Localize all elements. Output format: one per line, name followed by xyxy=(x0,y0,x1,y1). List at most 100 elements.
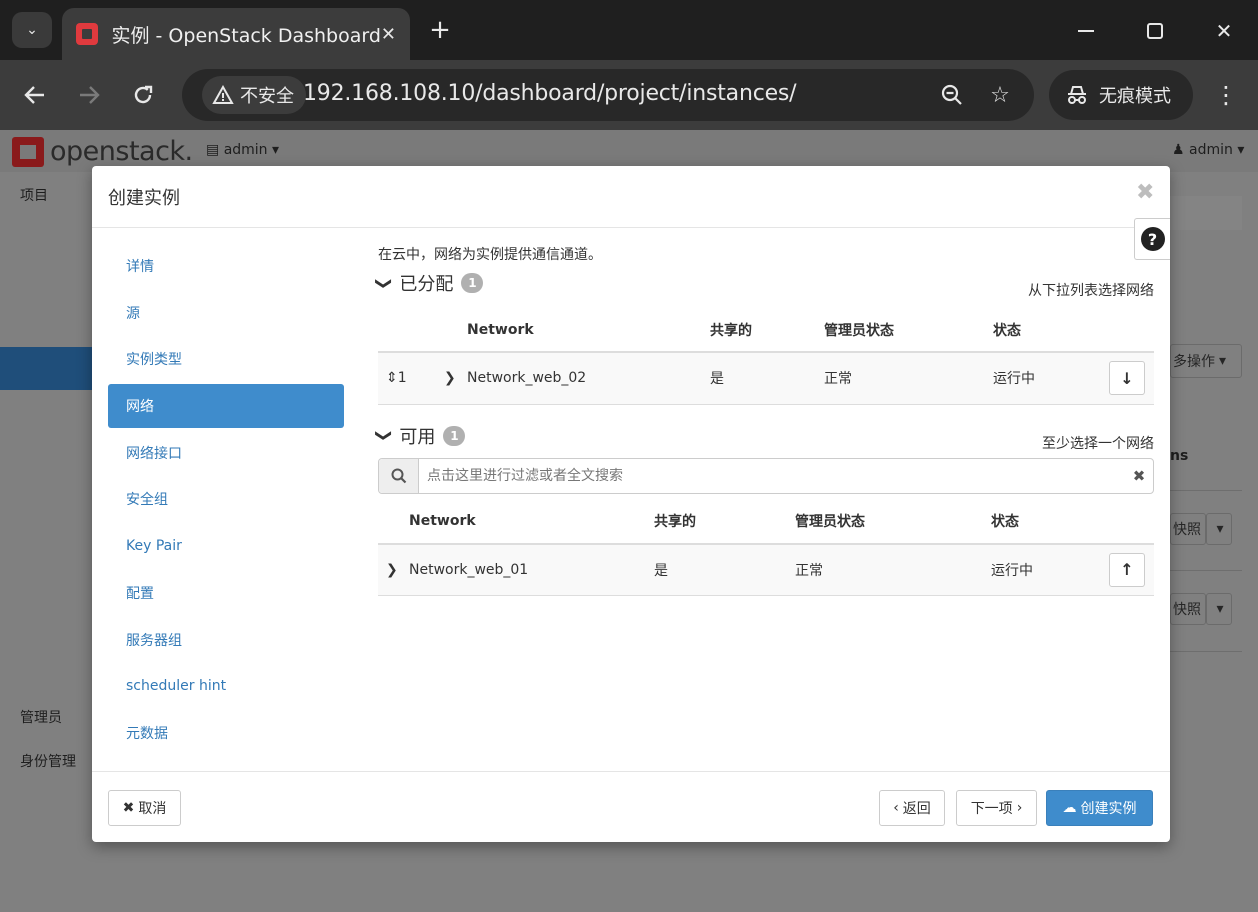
column-header-network[interactable]: Network xyxy=(409,499,654,545)
search-icon xyxy=(379,458,419,493)
snapshot-button[interactable]: 快照 xyxy=(1170,593,1206,625)
browser-tab[interactable]: 实例 - OpenStack Dashboard ✕ xyxy=(62,8,410,60)
minimize-button[interactable] xyxy=(1064,12,1108,50)
chevron-down-icon: ❯ xyxy=(375,276,395,290)
network-name: Network_web_02 xyxy=(467,352,710,405)
address-bar[interactable]: 不安全 192.168.108.10/dashboard/project/ins… xyxy=(182,69,1034,121)
allocated-hint: 从下拉列表选择网络 xyxy=(1028,283,1154,299)
allocate-button[interactable]: ↑ xyxy=(1109,552,1145,587)
wizard-step-flavor[interactable]: 实例类型 xyxy=(108,337,344,381)
filter-search-box: ✖ xyxy=(378,457,1154,494)
wizard-step-networks[interactable]: 网络 xyxy=(108,384,344,429)
available-section-header[interactable]: ❯ 可用 1 至少选择一个网络 xyxy=(375,419,1154,453)
sidebar-item-identity[interactable]: 身份管理 xyxy=(20,751,76,771)
incognito-label: 无痕模式 xyxy=(1099,86,1171,107)
snapshot-button[interactable]: 快照 xyxy=(1170,513,1206,545)
column-header-admin-state[interactable]: 管理员状态 xyxy=(795,499,991,545)
more-menu-icon[interactable]: ⋮ xyxy=(1210,76,1242,114)
sidebar-item-admin[interactable]: 管理员 xyxy=(20,707,62,727)
chevron-right-icon[interactable]: ❯ xyxy=(444,370,456,386)
close-icon[interactable]: ✖ xyxy=(1136,180,1154,205)
deallocate-button[interactable]: ↓ xyxy=(1109,361,1145,396)
network-step-content: 在云中，网络为实例提供通信通道。 ❯ 已分配 1 从下拉列表选择网络 Netwo… xyxy=(375,244,1154,596)
column-header-status[interactable]: 状态 xyxy=(993,308,1107,353)
status-value: 运行中 xyxy=(991,543,1104,596)
forward-arrow-icon[interactable] xyxy=(70,76,108,114)
tab-title: 实例 - OpenStack Dashboard xyxy=(111,24,381,47)
openstack-logo-icon xyxy=(12,136,44,167)
wizard-step-network-ports[interactable]: 网络接口 xyxy=(108,431,344,475)
order-number: 1 xyxy=(397,370,407,387)
tab-close-icon[interactable]: ✕ xyxy=(381,24,396,45)
wizard-step-security-groups[interactable]: 安全组 xyxy=(108,477,344,521)
user-icon: ♟ xyxy=(1172,142,1185,158)
caret-down-icon: ▾ xyxy=(272,142,280,158)
chevron-down-icon: ❯ xyxy=(375,428,395,443)
snapshot-dropdown-button[interactable]: ▾ xyxy=(1206,593,1232,625)
modal-footer: ✖ 取消 ‹ 返回 下一项 › ☁ 创建实例 xyxy=(92,771,1170,842)
tab-search-button[interactable]: ⌄ xyxy=(12,12,52,48)
column-header-shared[interactable]: 共享的 xyxy=(654,499,795,545)
wizard-step-metadata[interactable]: 元数据 xyxy=(108,711,344,755)
chevron-right-icon: › xyxy=(1016,800,1023,816)
launch-instance-modal: 创建实例 ✖ ? 详情源实例类型 网络 网络接口 安全组 Key Pair 配置 服务器组 s… xyxy=(92,166,1170,842)
divider xyxy=(1170,651,1242,652)
wizard-step-configuration[interactable]: 配置 xyxy=(108,571,344,615)
close-icon: ✖ xyxy=(122,800,135,816)
new-tab-button[interactable]: + xyxy=(424,14,456,46)
incognito-indicator[interactable]: 无痕模式 xyxy=(1049,70,1193,120)
allocated-title: 已分配 xyxy=(399,274,454,295)
allocated-table: Network 共享的 管理员状态 状态 ⇕1 ❯ Network_web_02 xyxy=(378,308,1154,405)
allocated-section-header[interactable]: ❯ 已分配 1 从下拉列表选择网络 xyxy=(375,266,1154,300)
snapshot-dropdown-button[interactable]: ▾ xyxy=(1206,513,1232,545)
reload-icon[interactable] xyxy=(124,76,162,114)
modal-title: 创建实例 xyxy=(108,188,180,209)
available-hint: 至少选择一个网络 xyxy=(1042,435,1154,452)
column-header-network[interactable]: Network xyxy=(467,308,710,353)
drag-sort-icon[interactable]: ⇕ xyxy=(386,370,398,386)
column-header-admin-state[interactable]: 管理员状态 xyxy=(824,308,993,353)
search-input[interactable] xyxy=(419,458,1125,493)
user-menu[interactable]: ♟ admin ▾ xyxy=(1172,142,1244,158)
cancel-button[interactable]: ✖ 取消 xyxy=(108,790,181,826)
next-button[interactable]: 下一项 › xyxy=(956,790,1037,826)
security-label: 不安全 xyxy=(240,86,294,107)
network-name: Network_web_01 xyxy=(409,543,654,596)
openstack-logo-text: openstack. xyxy=(50,136,193,167)
wizard-nav: 详情源实例类型 网络 网络接口 安全组 Key Pair 配置 服务器组 scheduler … xyxy=(108,244,344,758)
bookmark-star-icon[interactable]: ☆ xyxy=(986,81,1014,109)
arrow-up-icon: ↑ xyxy=(1120,560,1134,580)
create-instance-button[interactable]: ☁ 创建实例 xyxy=(1046,790,1153,826)
wizard-step-details[interactable]: 详情 xyxy=(108,244,344,288)
background-filter-bar xyxy=(1170,196,1242,230)
back-arrow-icon[interactable] xyxy=(16,76,54,114)
table-row: ❯ Network_web_01 是 正常 运行中 ↑ xyxy=(378,543,1154,596)
close-window-button[interactable]: ✕ xyxy=(1202,12,1246,50)
url-text[interactable]: 192.168.108.10/dashboard/project/instanc… xyxy=(303,81,797,106)
wizard-step-scheduler-hints[interactable]: scheduler hint xyxy=(108,664,344,708)
cloud-upload-icon: ☁ xyxy=(1062,800,1077,816)
project-selector[interactable]: ▤ admin ▾ xyxy=(206,142,279,158)
column-header-status[interactable]: 状态 xyxy=(991,499,1104,545)
wizard-step-source[interactable]: 源 xyxy=(108,291,344,335)
incognito-icon xyxy=(1068,86,1086,104)
project-list-icon: ▤ xyxy=(206,142,220,158)
openstack-logo[interactable]: openstack. xyxy=(12,136,193,167)
available-table: Network 共享的 管理员状态 状态 ❯ Network_web_01 是 … xyxy=(378,499,1154,596)
wizard-step-key-pair[interactable]: Key Pair xyxy=(108,524,344,568)
allocated-count-badge: 1 xyxy=(461,273,484,293)
clear-icon[interactable]: ✖ xyxy=(1125,459,1153,493)
caret-down-icon: ▾ xyxy=(1237,142,1245,158)
zoom-icon[interactable] xyxy=(938,81,966,109)
chevron-right-icon[interactable]: ❯ xyxy=(386,562,398,578)
caret-down-icon: ▾ xyxy=(1219,353,1227,369)
column-header-shared[interactable]: 共享的 xyxy=(710,308,824,353)
more-actions-button[interactable]: 多操作 ▾ xyxy=(1170,344,1242,378)
maximize-button[interactable] xyxy=(1133,12,1177,50)
sidebar-item-project[interactable]: 项目 xyxy=(20,185,48,205)
status-value: 运行中 xyxy=(993,352,1107,405)
divider xyxy=(1170,490,1242,491)
back-button[interactable]: ‹ 返回 xyxy=(879,790,945,826)
wizard-step-server-groups[interactable]: 服务器组 xyxy=(108,618,344,662)
shared-value: 是 xyxy=(654,543,795,596)
